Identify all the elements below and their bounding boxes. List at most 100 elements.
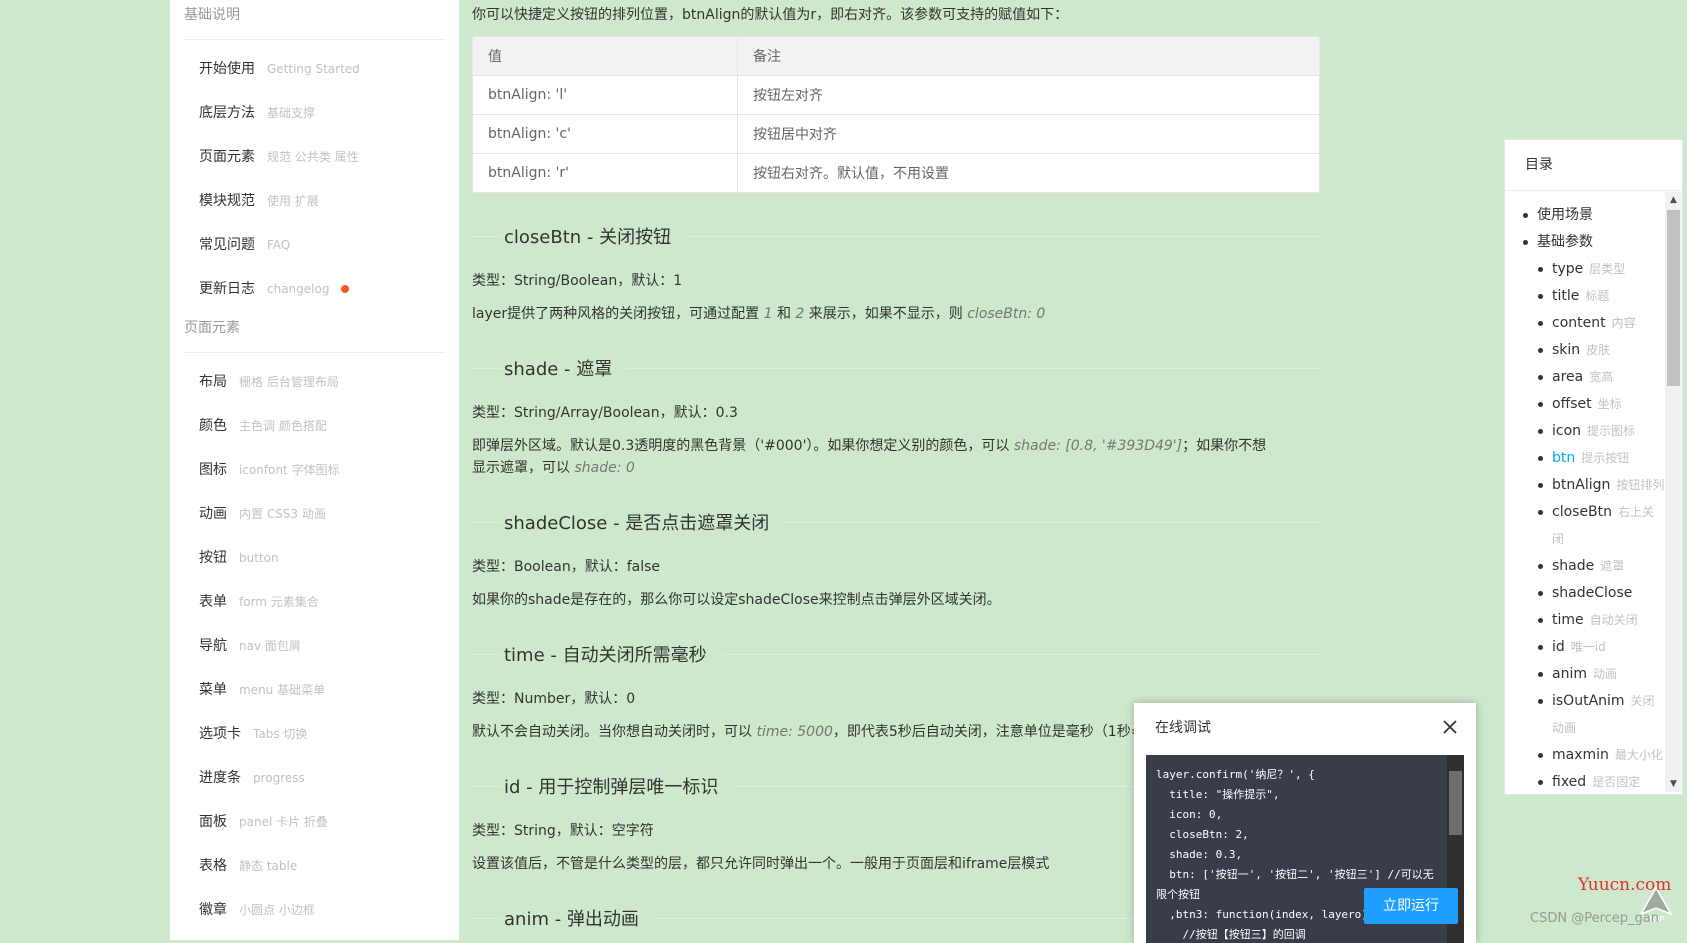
bullet-icon [1538, 375, 1543, 380]
section-heading: time - 自动关闭所需毫秒 [472, 641, 1320, 667]
toc-item[interactable]: content 内容 [1505, 310, 1665, 337]
sidebar-item-label: 页面元素 [199, 149, 255, 165]
toc-item[interactable]: skin 皮肤 [1505, 337, 1665, 364]
bullet-icon [1523, 240, 1528, 245]
sidebar-item[interactable]: 导航 nav 面包屑 [170, 624, 459, 668]
code-value: shade: 0 [574, 460, 635, 476]
bullet-icon [1538, 564, 1543, 569]
bullet-icon [1538, 591, 1543, 596]
sidebar-item[interactable]: 布局 栅格 后台管理布局 [170, 360, 459, 404]
debug-dialog: 在线调试 layer.confirm('纳尼？', { title: "操作提示… [1134, 703, 1476, 943]
toc-item-desc: 层类型 [1589, 262, 1626, 276]
toc-item[interactable]: shade 遮罩 [1505, 553, 1665, 580]
toc-item[interactable]: anim 动画 [1505, 661, 1665, 688]
toc-item-label: shade [1552, 558, 1595, 574]
scrollbar-thumb[interactable] [1449, 771, 1462, 835]
bullet-icon [1538, 618, 1543, 623]
toc-item-label: fixed [1552, 774, 1587, 790]
divider [685, 235, 1320, 237]
sidebar-item-label: 导航 [199, 638, 227, 654]
section-title: closeBtn - 关闭按钮 [504, 227, 672, 248]
sidebar-item[interactable]: 底层方法 基础支撑 [170, 91, 459, 135]
toc-item-desc: 坐标 [1597, 397, 1622, 411]
table-cell: btnAlign: 'c' [472, 114, 738, 154]
sidebar-item[interactable]: 菜单 menu 基础菜单 [170, 668, 459, 712]
bullet-icon [1538, 780, 1543, 785]
sidebar-item-desc: FAQ [267, 238, 291, 252]
toc-item-label: 基础参数 [1537, 234, 1593, 250]
toc-item-text: offset 坐标 [1552, 391, 1665, 418]
sidebar-item[interactable]: 模块规范 使用 扩展 [170, 179, 459, 223]
text: 来展示，如果不显示，则 [804, 306, 968, 322]
toc-item[interactable]: shadeClose [1505, 580, 1665, 607]
toc-item-text: shade 遮罩 [1552, 553, 1665, 580]
table-cell: 按钮左对齐 [737, 75, 1320, 115]
sidebar-item-label: 选项卡 [199, 726, 241, 742]
divider [472, 653, 502, 655]
table-cell: 按钮右对齐。默认值，不用设置 [737, 153, 1320, 193]
toc-item[interactable]: 使用场景 [1505, 202, 1665, 229]
toc-item[interactable]: area 宽高 [1505, 364, 1665, 391]
scroll-up-icon[interactable]: ▲ [1665, 192, 1682, 208]
bullet-icon [1538, 672, 1543, 677]
toc-item[interactable]: fixed 是否固定 [1505, 769, 1665, 794]
toc-item[interactable]: btn 提示按钮 [1505, 445, 1665, 472]
sidebar-item[interactable]: 表单 form 元素集合 [170, 580, 459, 624]
toc-item[interactable]: 基础参数 [1505, 229, 1665, 256]
divider [472, 785, 502, 787]
sidebar-item-desc: 静态 table [239, 859, 298, 873]
toc-item[interactable]: isOutAnim 关闭动画 [1505, 688, 1665, 742]
sidebar-item-label: 开始使用 [199, 61, 255, 77]
bullet-icon [1538, 483, 1543, 488]
sidebar-item[interactable]: 徽章 小圆点 小边框 [170, 888, 459, 932]
sidebar-nav: 基础说明 开始使用 Getting Started 底层方法 基础支撑 页面元素 规范 公… [170, 0, 459, 940]
bullet-icon [1538, 402, 1543, 407]
toc-item-label: skin [1552, 342, 1581, 358]
sidebar-item[interactable]: 进度条 progress [170, 756, 459, 800]
toc-item[interactable]: maxmin 最大小化 [1505, 742, 1665, 769]
sidebar-item[interactable]: 更新日志 changelog [170, 267, 459, 311]
toc-item[interactable]: closeBtn 右上关闭 [1505, 499, 1665, 553]
toc-item[interactable]: time 自动关闭 [1505, 607, 1665, 634]
toc-item-label: id [1552, 639, 1565, 655]
table-row: btnAlign: 'r' 按钮右对齐。默认值，不用设置 [472, 153, 1320, 193]
sidebar-item-label: 更新日志 [199, 281, 255, 297]
sidebar-item[interactable]: 表格 静态 table [170, 844, 459, 888]
sidebar-item[interactable]: 页面元素 规范 公共类 属性 [170, 135, 459, 179]
close-icon[interactable] [1438, 715, 1462, 739]
scroll-down-icon[interactable]: ▼ [1665, 776, 1682, 792]
toc-scrollbar[interactable]: ▲ ▼ [1665, 192, 1682, 792]
new-badge-dot [341, 285, 350, 293]
toc-item-text: fixed 是否固定 [1552, 769, 1665, 794]
toc-item-desc: 按钮排列 [1616, 478, 1665, 492]
sidebar-item[interactable]: 图标 iconfont 字体图标 [170, 448, 459, 492]
sidebar-item[interactable]: 开始使用 Getting Started [170, 47, 459, 91]
scrollbar-thumb[interactable] [1667, 210, 1680, 386]
sidebar-item-label: 动画 [199, 506, 227, 522]
sidebar-item[interactable]: 按钮 button [170, 536, 459, 580]
param-type: 类型：String/Array/Boolean，默认：0.3 [472, 405, 738, 421]
sidebar-item[interactable]: 面板 panel 卡片 折叠 [170, 800, 459, 844]
section-title: shadeClose - 是否点击遮罩关闭 [504, 513, 770, 534]
toc-item-label: shadeClose [1552, 585, 1633, 601]
toc-item[interactable]: title 标题 [1505, 283, 1665, 310]
toc-item-text: shadeClose [1552, 580, 1665, 607]
table-header-cell: 值 [472, 36, 738, 76]
nav-section-title: 基础说明 [184, 7, 240, 23]
run-button[interactable]: 立即运行 [1364, 888, 1458, 924]
toc-item-text: btnAlign 按钮排列 [1552, 472, 1665, 499]
toc-item[interactable]: id 唯一id [1505, 634, 1665, 661]
toc-item-label: offset [1552, 396, 1592, 412]
sidebar-item[interactable]: 颜色 主色调 颜色搭配 [170, 404, 459, 448]
toc-item-text: content 内容 [1552, 310, 1665, 337]
toc-item[interactable]: type 层类型 [1505, 256, 1665, 283]
toc-item-desc: 内容 [1611, 316, 1636, 330]
sidebar-item[interactable]: 动画 内置 CSS3 动画 [170, 492, 459, 536]
divider [472, 917, 502, 919]
toc-item[interactable]: icon 提示图标 [1505, 418, 1665, 445]
toc-item[interactable]: btnAlign 按钮排列 [1505, 472, 1665, 499]
sidebar-item[interactable]: 常见问题 FAQ [170, 223, 459, 267]
sidebar-item[interactable]: 选项卡 Tabs 切换 [170, 712, 459, 756]
toc-item[interactable]: offset 坐标 [1505, 391, 1665, 418]
toc-item-text: area 宽高 [1552, 364, 1665, 391]
